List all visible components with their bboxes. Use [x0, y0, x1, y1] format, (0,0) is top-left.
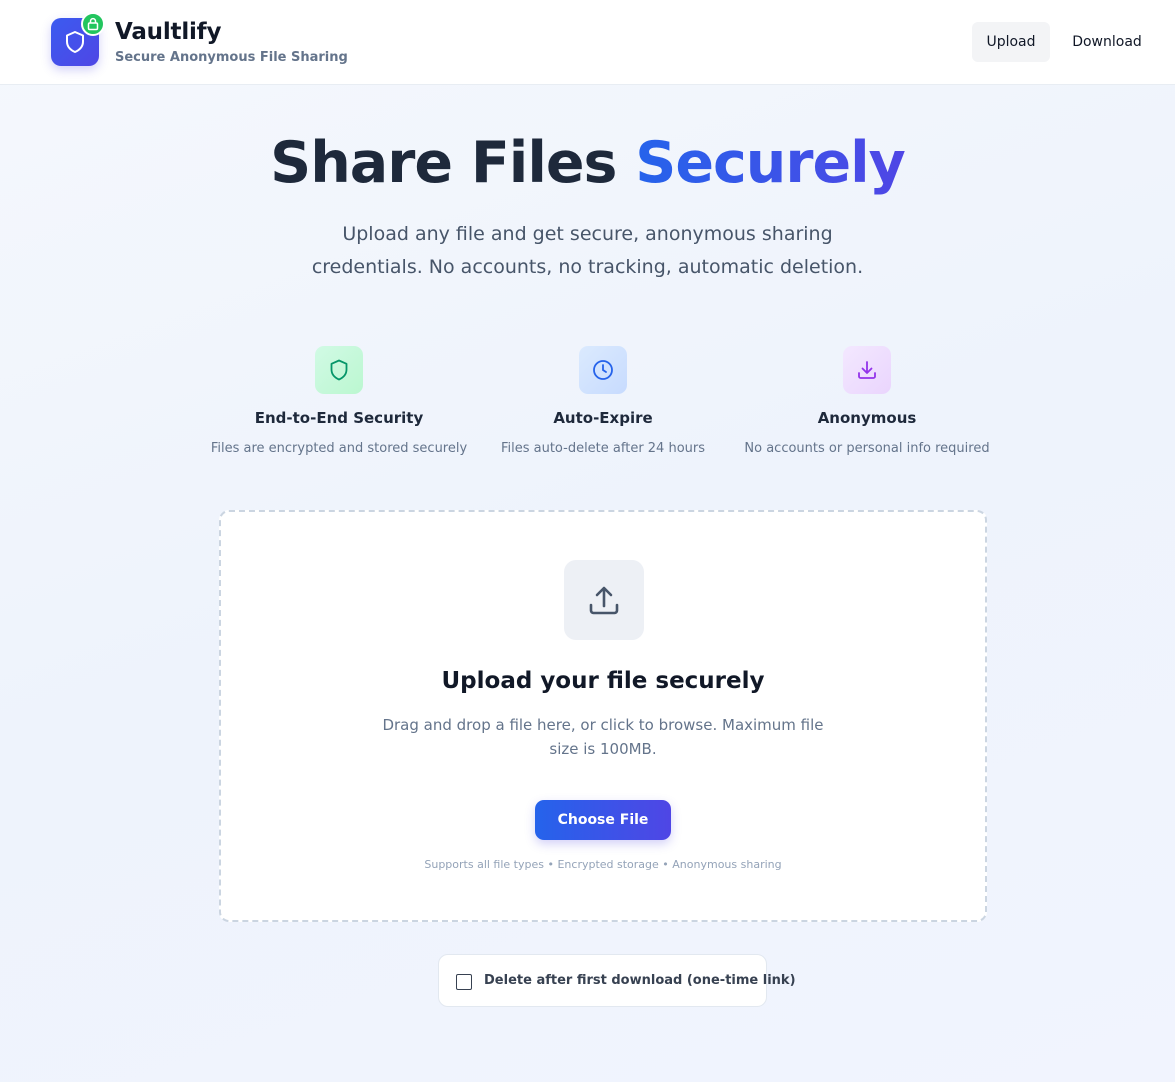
upload-icon-tile: [564, 560, 644, 640]
delete-after-download-checkbox[interactable]: [456, 974, 472, 990]
hero-subtitle: Upload any file and get secure, anonymou…: [311, 223, 864, 278]
feature-title: Anonymous: [817, 409, 917, 427]
feature-description: No accounts or personal info required: [744, 441, 990, 456]
hero-title-accent: Securely: [635, 130, 906, 196]
nav-download-button[interactable]: Download: [1060, 22, 1154, 62]
lock-icon: [87, 17, 99, 31]
feature-description: Files are encrypted and stored securely: [210, 441, 468, 456]
hero-title-plain: Share Files: [270, 130, 636, 196]
feature-title: Auto-Expire: [553, 409, 653, 427]
dropzone-footnote: Supports all file types • Encrypted stor…: [424, 858, 782, 871]
delete-after-download-option[interactable]: Delete after first download (one-time li…: [438, 954, 796, 1007]
brand-tagline: Secure Anonymous File Sharing: [115, 50, 348, 65]
feature-security: End-to-End Security Files are encrypted …: [209, 346, 469, 456]
hero-title: Share Files Securely: [0, 130, 1175, 196]
app-logo[interactable]: [51, 12, 105, 66]
feature-security-tile: [315, 346, 363, 394]
shield-icon: [330, 359, 348, 381]
brand-name: Vaultlify: [115, 19, 222, 45]
feature-anonymous: Anonymous No accounts or personal info r…: [737, 346, 997, 456]
app-header: Vaultlify Secure Anonymous File Sharing …: [0, 0, 1175, 85]
feature-auto-expire: Auto-Expire Files auto-delete after 24 h…: [473, 346, 733, 456]
feature-auto-expire-tile: [579, 346, 627, 394]
shield-icon: [66, 31, 84, 53]
choose-file-button[interactable]: Choose File: [535, 800, 671, 840]
feature-anonymous-tile: [843, 346, 891, 394]
dropzone-title: Upload your file securely: [441, 668, 765, 694]
upload-icon: [589, 586, 619, 615]
clock-icon: [593, 360, 613, 380]
nav-upload-button[interactable]: Upload: [972, 22, 1050, 62]
delete-after-download-label[interactable]: Delete after first download (one-time li…: [484, 973, 796, 988]
lock-badge: [81, 12, 105, 36]
feature-description: Files auto-delete after 24 hours: [500, 441, 706, 456]
feature-title: End-to-End Security: [254, 409, 424, 427]
download-icon: [858, 361, 876, 379]
file-dropzone[interactable]: Upload your file securely Drag and drop …: [219, 510, 987, 922]
dropzone-description: Drag and drop a file here, or click to b…: [382, 716, 824, 758]
